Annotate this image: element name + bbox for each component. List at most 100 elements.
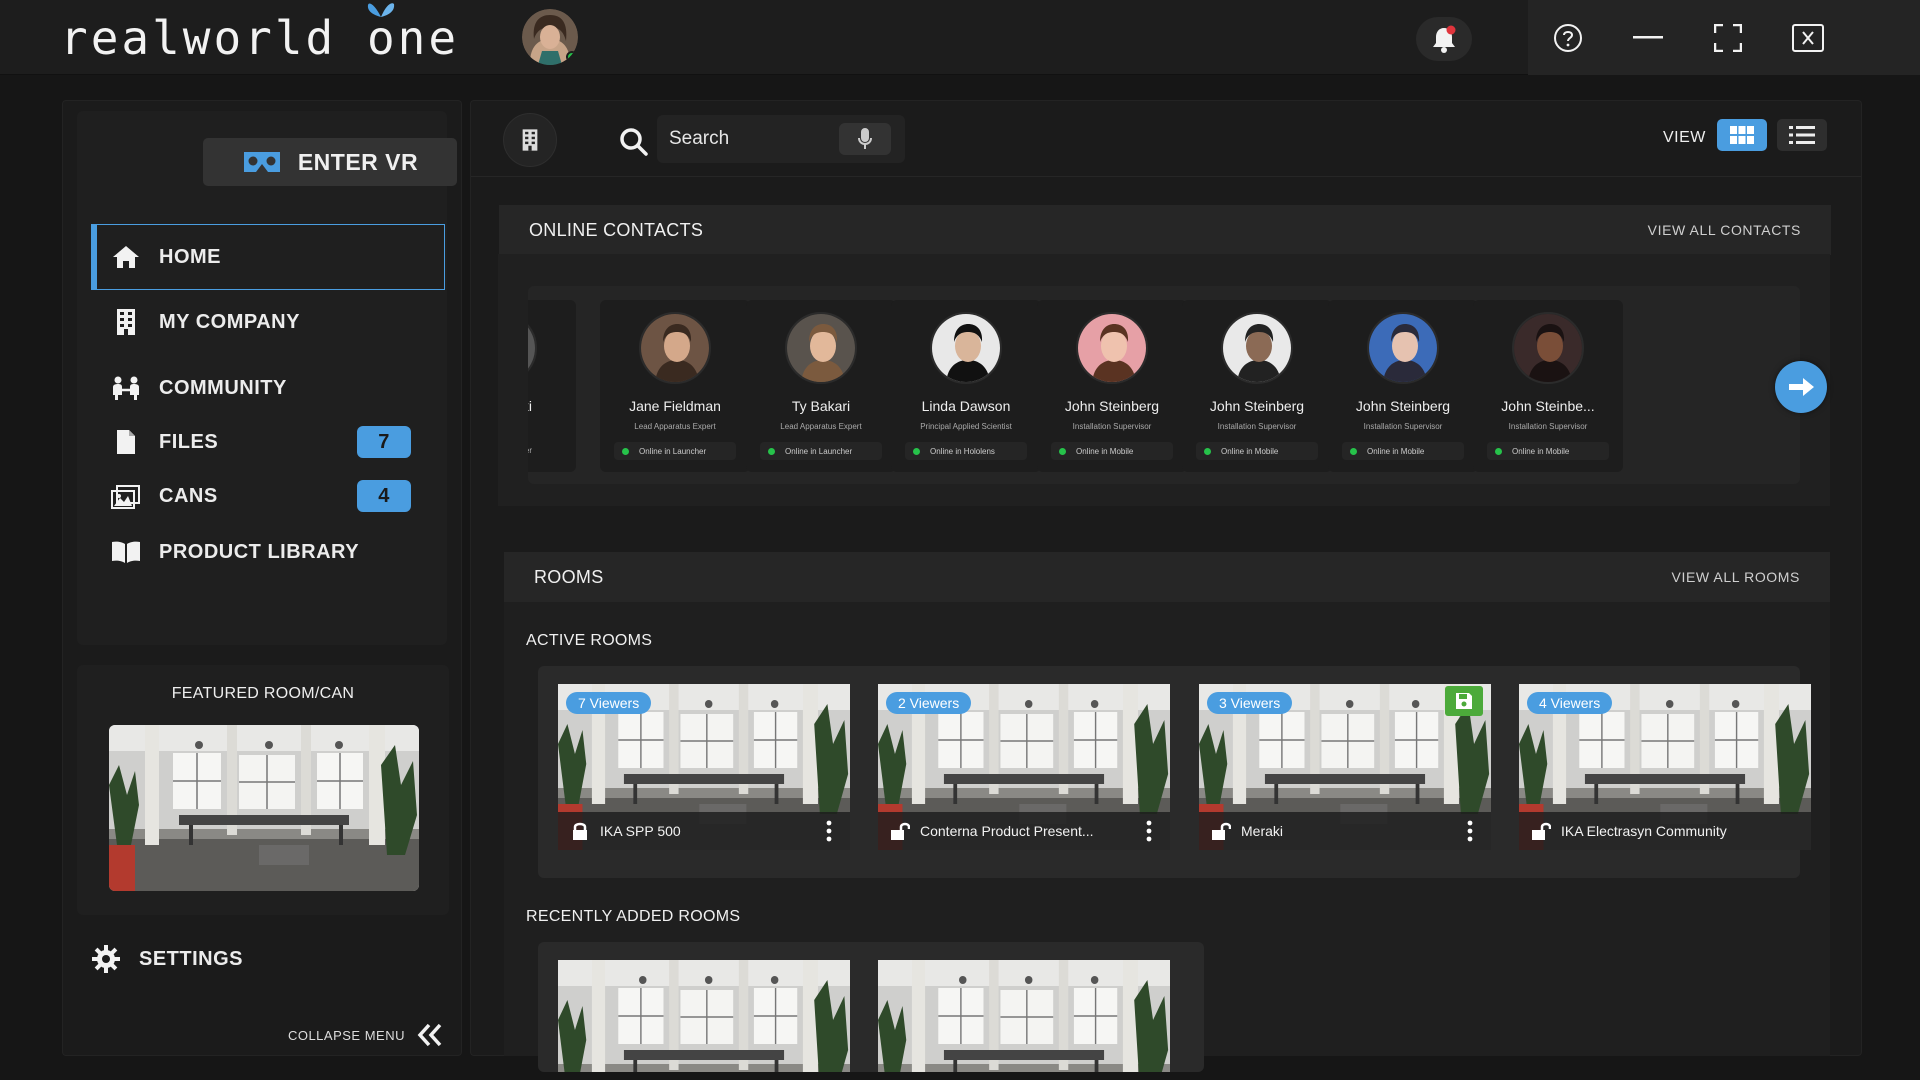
contact-card[interactable]: John Steinberg Installation Supervisor Onl… <box>1182 300 1332 472</box>
contact-role: Lead Apparatus Expert <box>780 422 862 431</box>
collapse-menu-button[interactable]: COLLAPSE MENU <box>288 1023 443 1047</box>
more-vertical-icon <box>1146 820 1152 842</box>
room-thumbnail <box>558 960 850 1072</box>
room-more-button[interactable] <box>1457 820 1483 842</box>
help-icon <box>1554 23 1582 52</box>
contact-avatar <box>785 312 857 384</box>
contact-role: Principal Applied Scientist <box>920 422 1012 431</box>
contact-status: Online in Hololens <box>905 442 1027 460</box>
minimize-button[interactable] <box>1608 0 1688 75</box>
fullscreen-button[interactable] <box>1688 0 1768 75</box>
sidebar: ENTER VR HOME MY COMPANY COMMUNITY FILES… <box>62 100 462 1056</box>
featured-room-thumbnail[interactable] <box>109 725 419 891</box>
settings-button[interactable]: SETTINGS <box>91 929 431 989</box>
notifications-button[interactable] <box>1416 17 1472 61</box>
contact-card[interactable]: John Steinbe... Installation Supervisor On… <box>1473 300 1623 472</box>
contact-name: Linda Dawson <box>921 398 1011 414</box>
view-all-contacts-link[interactable]: VIEW ALL CONTACTS <box>1648 222 1801 238</box>
room-more-button[interactable] <box>1136 820 1162 842</box>
list-view-button[interactable] <box>1777 119 1827 151</box>
contact-name: John Steinberg <box>1209 398 1305 414</box>
contact-card-partial[interactable]: 0 ...cki ...alyst ...uncher <box>528 300 576 472</box>
grid-view-button[interactable] <box>1717 119 1767 151</box>
company-filter-button[interactable] <box>503 113 557 167</box>
help-button[interactable] <box>1528 0 1608 75</box>
contact-card[interactable]: John Steinberg Installation Supervisor Onl… <box>1328 300 1478 472</box>
contact-card[interactable]: Linda Dawson Principal Applied Scientist O… <box>891 300 1041 472</box>
voice-search-button[interactable] <box>839 123 891 155</box>
featured-title: FEATURED ROOM/CAN <box>171 685 355 702</box>
viewers-badge: 4 Viewers <box>1527 692 1613 714</box>
sidebar-item-my-company[interactable]: MY COMPANY <box>91 289 445 355</box>
unlock-icon <box>891 822 910 840</box>
collapse-menu-label: COLLAPSE MENU <box>287 1027 405 1043</box>
app-logo[interactable]: realworld one <box>60 2 459 65</box>
logo-text-one: one <box>367 2 459 65</box>
contact-role: Installation Supervisor <box>1217 422 1297 431</box>
settings-label: SETTINGS <box>139 947 244 970</box>
sidebar-item-product-library[interactable]: PRODUCT LIBRARY <box>91 519 445 585</box>
enter-vr-button[interactable]: ENTER VR <box>203 138 457 186</box>
building-icon <box>111 307 141 337</box>
room-card[interactable]: 4 Viewers IKA Electrasyn Community <box>1519 684 1811 850</box>
room-thumbnail <box>878 960 1170 1072</box>
online-status-dot <box>622 447 629 455</box>
contact-avatar <box>1512 312 1584 384</box>
saved-badge[interactable] <box>1445 686 1483 716</box>
lock-icon <box>573 822 587 840</box>
user-avatar[interactable] <box>522 9 578 65</box>
featured-room-panel: FEATURED ROOM/CAN <box>77 665 449 915</box>
contacts-next-button[interactable] <box>1775 361 1827 413</box>
cans-count-badge: 4 <box>357 480 411 512</box>
search-input[interactable] <box>669 115 839 163</box>
room-info-bar: IKA Electrasyn Community <box>1519 812 1811 850</box>
online-status-dot <box>1350 447 1357 455</box>
double-chevron-left-icon <box>417 1023 442 1047</box>
sidebar-item-home[interactable]: HOME <box>91 224 445 290</box>
contact-name: Ty Bakari <box>791 398 851 414</box>
building-icon <box>522 129 538 151</box>
close-button[interactable] <box>1768 0 1848 75</box>
close-icon <box>1792 23 1824 52</box>
view-label: VIEW <box>1663 129 1706 146</box>
room-card[interactable]: 3 Viewers Meraki <box>1199 684 1491 850</box>
contact-status-text: Online in Mobile <box>1221 446 1279 456</box>
online-status-dot <box>1495 447 1502 455</box>
minimize-icon <box>1633 35 1663 38</box>
contact-card[interactable]: Jane Fieldman Lead Apparatus Expert Online… <box>600 300 750 472</box>
unlock-icon <box>1532 822 1551 840</box>
window-controls <box>1528 0 1920 75</box>
contact-card[interactable]: John Steinberg Installation Supervisor Onl… <box>1037 300 1187 472</box>
arrow-right-icon <box>1789 378 1814 396</box>
contact-card[interactable]: Ty Bakari Lead Apparatus Expert Online in … <box>746 300 896 472</box>
sidebar-item-label: PRODUCT LIBRARY <box>159 540 360 563</box>
recent-room-card[interactable] <box>878 960 1170 1072</box>
contact-role: Lead Apparatus Expert <box>634 422 716 431</box>
more-vertical-icon <box>1467 820 1473 842</box>
gear-icon <box>91 944 121 974</box>
recent-room-card[interactable] <box>558 960 850 1072</box>
sidebar-item-label: COMMUNITY <box>159 376 287 399</box>
contact-name: John Steinberg <box>1355 398 1451 414</box>
room-card[interactable]: 2 Viewers Conterna Product Present... <box>878 684 1170 850</box>
contact-status: Online in Launcher <box>614 442 736 460</box>
contact-name: John Steinbe... <box>1501 398 1595 414</box>
bell-icon <box>1433 25 1456 53</box>
contact-status: Online in Mobile <box>1051 442 1173 460</box>
enter-vr-label: ENTER VR <box>297 148 419 175</box>
contact-status-text: Online in Mobile <box>1367 446 1425 456</box>
contact-avatar <box>1221 312 1293 384</box>
contact-status-text: Online in Launcher <box>785 446 853 456</box>
room-card[interactable]: 7 Viewers IKA SPP 500 <box>558 684 850 850</box>
home-icon <box>111 242 141 272</box>
contact-name: Jane Fieldman <box>629 398 721 414</box>
room-more-button[interactable] <box>816 820 842 842</box>
online-status-dot <box>1204 447 1211 455</box>
book-icon <box>111 537 141 567</box>
recent-rooms-row <box>538 942 1204 1072</box>
online-contacts-title: ONLINE CONTACTS <box>529 219 704 240</box>
sidebar-item-label: HOME <box>159 245 221 268</box>
contact-status: Online in Mobile <box>1342 442 1464 460</box>
view-all-rooms-link[interactable]: VIEW ALL ROOMS <box>1672 569 1800 585</box>
navigation-panel: ENTER VR HOME MY COMPANY COMMUNITY FILES… <box>77 111 457 645</box>
